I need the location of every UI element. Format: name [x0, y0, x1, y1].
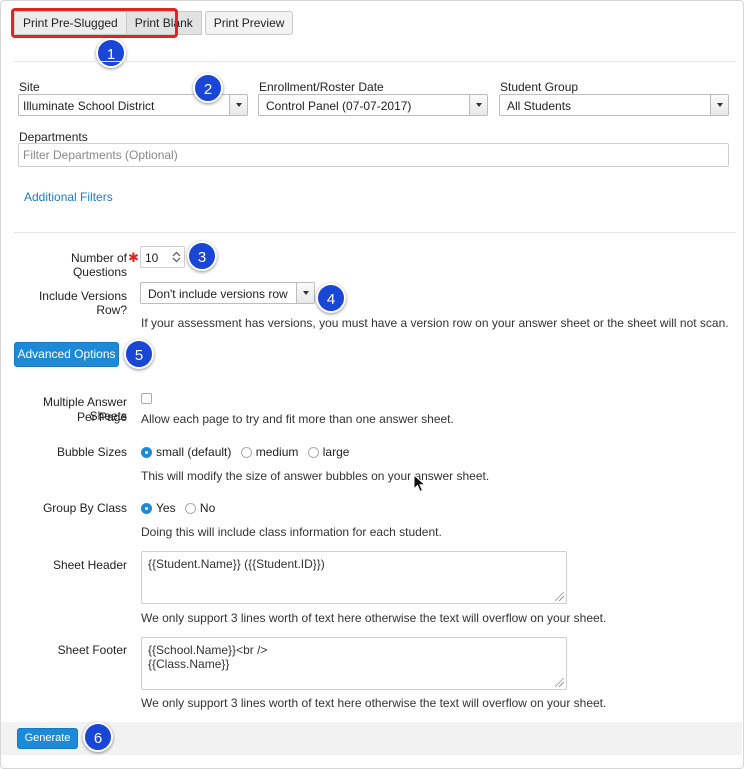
highlight-box [11, 8, 178, 38]
resize-grip-icon[interactable] [555, 592, 564, 601]
sheet-footer-label: Sheet Footer [57, 643, 127, 657]
group-by-class-yes-option[interactable]: Yes [141, 501, 176, 515]
bubble-size-medium-option[interactable]: medium [240, 445, 298, 459]
radio-icon[interactable] [184, 503, 196, 514]
versions-label: Include Versions Row? [38, 289, 127, 317]
group-by-class-label: Group By Class [42, 501, 127, 515]
versions-select-value: Don't include versions row [148, 287, 288, 301]
multiple-sheets-label-line2: Per Page [76, 410, 127, 424]
callout-badge-2: 2 [193, 73, 223, 103]
tab-print-preview[interactable]: Print Preview [204, 11, 294, 35]
resize-grip-icon[interactable] [555, 678, 564, 687]
advanced-options-button[interactable]: Advanced Options [14, 342, 119, 367]
student-group-select[interactable]: All Students [499, 94, 729, 116]
divider [14, 61, 736, 62]
sheet-footer-textarea[interactable]: {{School.Name}}<br /> {{Class.Name}} [141, 637, 567, 690]
versions-select[interactable]: Don't include versions row [140, 282, 315, 304]
multiple-sheets-checkbox[interactable] [141, 393, 152, 404]
chevron-down-icon [229, 95, 247, 115]
sheet-header-text: {{Student.Name}} ({{Student.ID}}) [148, 557, 325, 571]
divider [14, 232, 736, 233]
bubble-size-large-option[interactable]: large [307, 445, 349, 459]
radio-selected-icon[interactable] [141, 447, 152, 458]
chevron-down-icon [296, 283, 314, 303]
site-select-value: Illuminate School District [23, 99, 155, 113]
enrollment-select-value: Control Panel (07-07-2017) [266, 99, 412, 113]
radio-icon[interactable] [240, 447, 252, 458]
group-by-class-help-text: Doing this will include class informatio… [141, 525, 442, 539]
mouse-cursor-icon [413, 474, 427, 493]
callout-badge-1: 1 [96, 38, 126, 68]
versions-help-text: If your assessment has versions, you mus… [141, 316, 729, 330]
num-questions-label: Number of Questions [70, 251, 127, 279]
chevron-down-icon [469, 95, 487, 115]
group-by-class-no-option[interactable]: No [184, 501, 215, 515]
group-by-class-radio-group: Yes No [141, 501, 221, 515]
site-label: Site [19, 80, 40, 94]
additional-filters-link[interactable]: Additional Filters [24, 190, 113, 204]
bubble-size-small-option[interactable]: small (default) [141, 445, 231, 459]
sheet-footer-help-text: We only support 3 lines worth of text he… [141, 696, 607, 710]
student-group-label: Student Group [500, 80, 579, 94]
callout-badge-4: 4 [316, 283, 346, 313]
departments-label: Departments [19, 130, 88, 144]
callout-badge-3: 3 [187, 241, 217, 271]
num-questions-stepper[interactable]: 10 [140, 246, 185, 268]
bubble-sizes-help-text: This will modify the size of answer bubb… [141, 469, 490, 483]
sheet-header-help-text: We only support 3 lines worth of text he… [141, 611, 607, 625]
generate-button[interactable]: Generate [17, 728, 78, 749]
radio-selected-icon[interactable] [141, 503, 152, 514]
sheet-footer-text: {{School.Name}}<br /> {{Class.Name}} [148, 643, 268, 671]
sheet-header-label: Sheet Header [52, 558, 127, 572]
departments-filter-input[interactable]: Filter Departments (Optional) [18, 143, 729, 167]
num-questions-value: 10 [145, 251, 159, 265]
chevron-down-icon [710, 95, 728, 115]
bubble-sizes-radio-group: small (default) medium large [141, 445, 355, 459]
stepper-arrows-icon[interactable] [172, 251, 181, 263]
enrollment-select[interactable]: Control Panel (07-07-2017) [258, 94, 488, 116]
enrollment-label: Enrollment/Roster Date [259, 80, 384, 94]
radio-icon[interactable] [307, 447, 319, 458]
multiple-sheets-help-text: Allow each page to try and fit more than… [141, 412, 454, 426]
callout-badge-6: 6 [83, 722, 113, 752]
callout-badge-5: 5 [124, 339, 154, 369]
sheet-header-textarea[interactable]: {{Student.Name}} ({{Student.ID}}) [141, 551, 567, 604]
required-icon: ✱ [128, 250, 139, 265]
student-group-select-value: All Students [507, 99, 572, 113]
bubble-sizes-label: Bubble Sizes [56, 445, 127, 459]
